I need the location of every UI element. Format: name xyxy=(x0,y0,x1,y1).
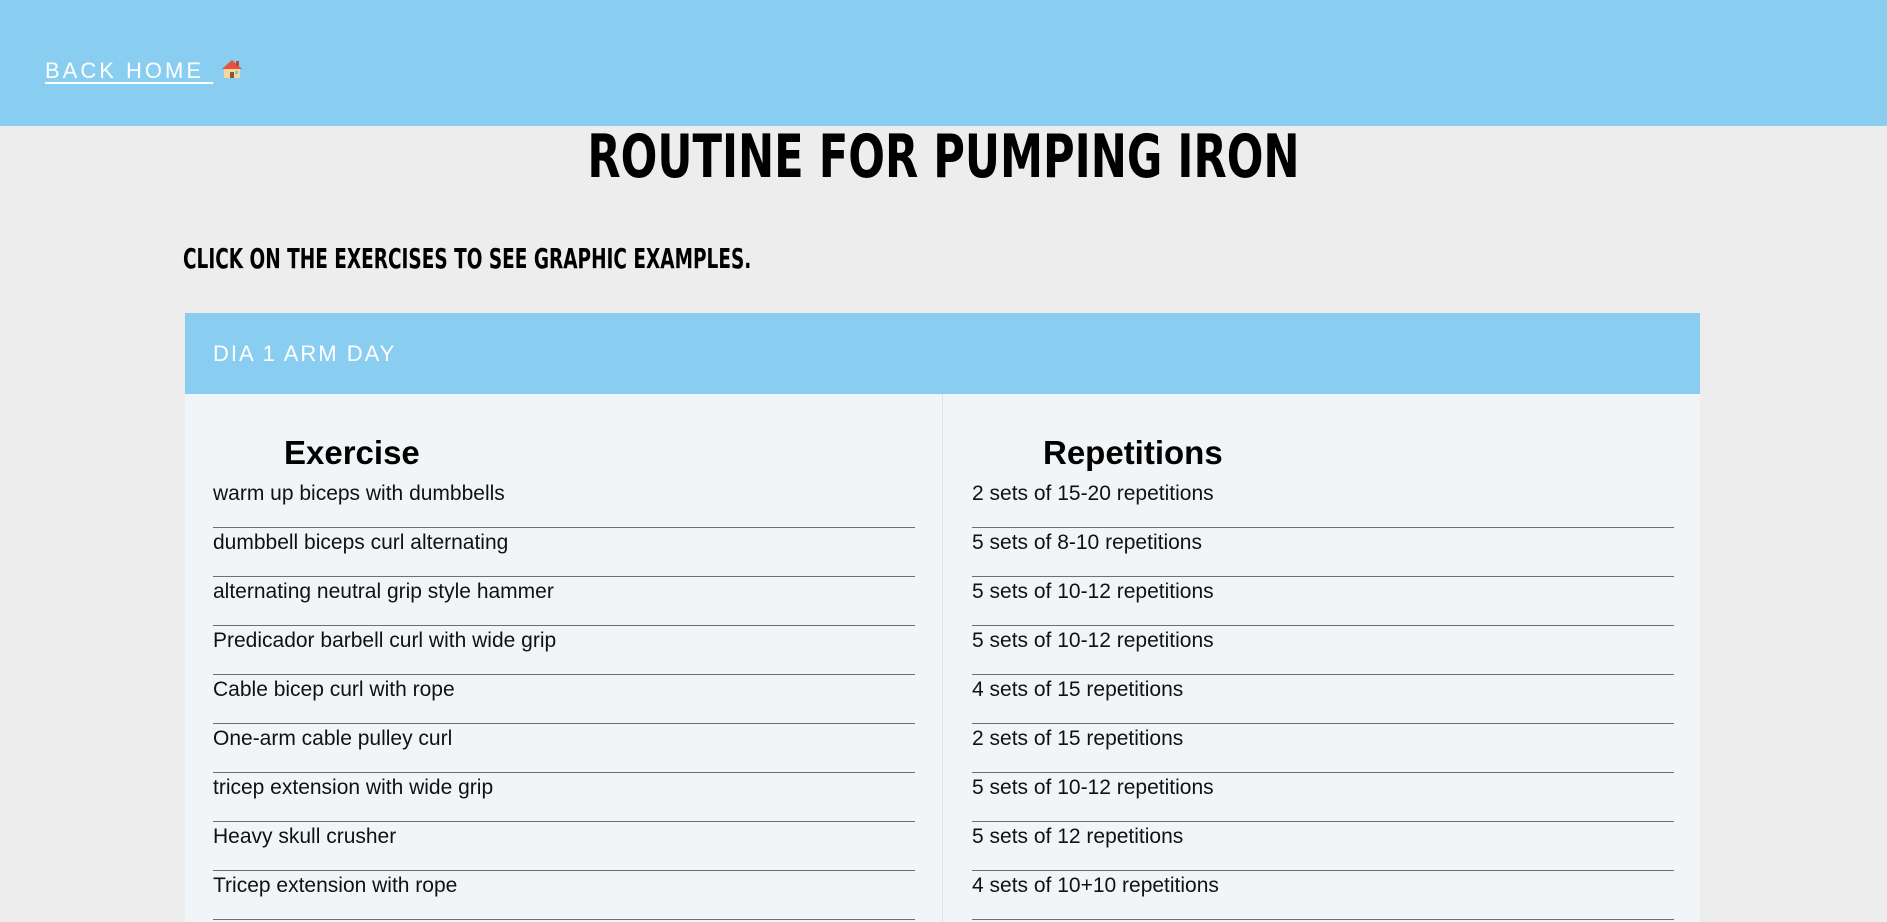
page-subtitle: CLICK ON THE EXERCISES TO SEE GRAPHIC EX… xyxy=(183,242,752,275)
repetitions-list: 2 sets of 15-20 repetitions 5 sets of 8-… xyxy=(972,480,1674,921)
column-divider xyxy=(942,394,943,922)
back-home-link[interactable]: BACK HOME xyxy=(45,58,243,84)
exercise-column-heading: Exercise xyxy=(284,434,420,471)
exercise-item[interactable]: Tricep extension with rope xyxy=(213,872,915,920)
exercise-item[interactable]: alternating neutral grip style hammer xyxy=(213,578,915,626)
repetitions-item: 4 sets of 15 repetitions xyxy=(972,676,1674,724)
exercise-item[interactable]: Cable bicep curl with rope xyxy=(213,676,915,724)
repetitions-item: 4 sets of 10+10 repetitions xyxy=(972,872,1674,920)
exercise-item[interactable]: dumbbell biceps curl alternating xyxy=(213,529,915,577)
repetitions-column: Repetitions 2 sets of 15-20 repetitions … xyxy=(972,394,1674,922)
exercise-item[interactable]: One-arm cable pulley curl xyxy=(213,725,915,773)
top-nav-bar: BACK HOME xyxy=(0,0,1887,126)
exercise-column: Exercise warm up biceps with dumbbells d… xyxy=(213,394,915,922)
repetitions-column-heading: Repetitions xyxy=(1043,434,1223,471)
repetitions-item: 5 sets of 12 repetitions xyxy=(972,823,1674,871)
exercise-item[interactable]: warm up biceps with dumbbells xyxy=(213,480,915,528)
repetitions-item: 5 sets of 10-12 repetitions xyxy=(972,627,1674,675)
back-home-label: BACK HOME xyxy=(45,58,205,83)
repetitions-item: 2 sets of 15 repetitions xyxy=(972,725,1674,773)
repetitions-item: 2 sets of 15-20 repetitions xyxy=(972,480,1674,528)
routine-day-title: DIA 1 ARM DAY xyxy=(213,341,397,366)
exercise-item[interactable]: Heavy skull crusher xyxy=(213,823,915,871)
exercise-item[interactable]: tricep extension with wide grip xyxy=(213,774,915,822)
exercise-item[interactable]: Predicador barbell curl with wide grip xyxy=(213,627,915,675)
routine-card: DIA 1 ARM DAY Exercise warm up biceps wi… xyxy=(185,313,1700,922)
repetitions-item: 5 sets of 10-12 repetitions xyxy=(972,578,1674,626)
repetitions-item: 5 sets of 10-12 repetitions xyxy=(972,774,1674,822)
exercise-list: warm up biceps with dumbbells dumbbell b… xyxy=(213,480,915,921)
house-icon xyxy=(221,59,243,79)
page-title: ROUTINE FOR PUMPING IRON xyxy=(587,122,1300,192)
repetitions-item: 5 sets of 8-10 repetitions xyxy=(972,529,1674,577)
routine-card-header: DIA 1 ARM DAY xyxy=(185,313,1700,394)
